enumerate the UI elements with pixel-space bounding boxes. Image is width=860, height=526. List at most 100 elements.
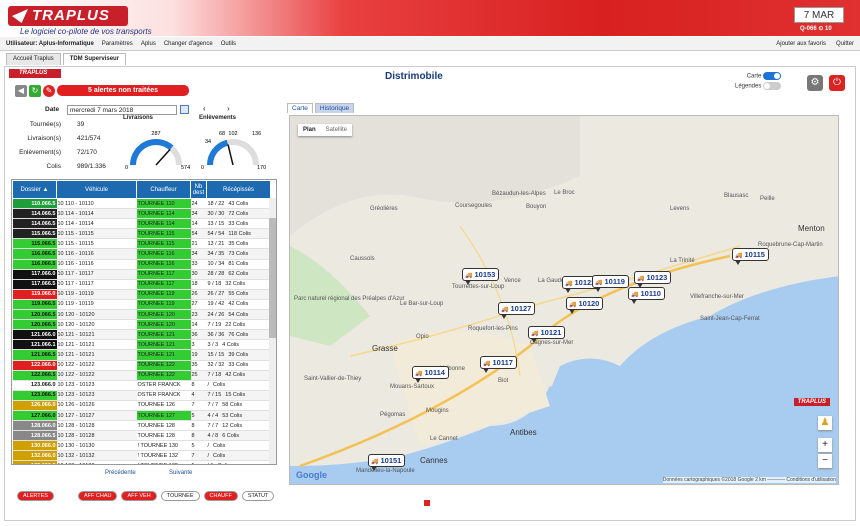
legend-alertes[interactable]: ALERTES [17, 491, 54, 501]
truck-icon: 🚚 [565, 281, 573, 287]
zoom-out-button[interactable]: − [818, 454, 832, 468]
grid-scrollbar[interactable] [269, 198, 276, 464]
tab-carte[interactable]: Carte [287, 103, 313, 113]
date-input[interactable]: mercredi 7 mars 2018 [67, 105, 177, 115]
table-row[interactable]: 132.066.510 132 - 10132! TOURNEE 1325/ 1… [12, 460, 271, 464]
recepisses-count: 24 / 26 [207, 311, 225, 318]
gauge2-min: 0 [201, 165, 204, 171]
toggle-carte[interactable] [763, 72, 782, 80]
table-row[interactable]: 126.066.0 10 126 - 10126 TOURNEE 126 7 7 / 7… [12, 400, 271, 411]
truck-icon: 🚚 [415, 371, 423, 377]
tab-accueil[interactable]: Accueil Traplus [6, 53, 61, 65]
table-row[interactable]: 132.066.0 10 132 - 10132! TOURNEE 132 7/Co… [12, 450, 271, 462]
vehicle-marker[interactable]: 🚚 10120 [566, 297, 604, 314]
cell-recepisses: 9 / 18 32 Colis [206, 279, 271, 290]
map-type-plan[interactable]: Plan [298, 124, 321, 136]
table-row[interactable]: 123.066.0 10 123 - 10123 OSTER FRANCK 8/Col… [12, 380, 271, 391]
map-place-label: Parc naturel régional des Préalpes d'Azu… [294, 296, 405, 302]
pegman-icon[interactable]: ♟ [818, 416, 832, 430]
cell-chauffeur: ! TOURNEE 132 [136, 450, 191, 462]
table-row[interactable]: 115.066.5 10 115 - 10115 TOURNEE 115 54 54 /… [12, 228, 271, 240]
vehicle-marker[interactable]: 🚚 10121 [528, 326, 566, 343]
back-button[interactable]: ◀ [15, 85, 27, 97]
vehicle-marker[interactable]: 🚚 10110 [628, 287, 665, 304]
map-view[interactable]: Plan Satellite ♟ + − TRAPLUS Google Donn… [289, 115, 839, 485]
zoom-in-button[interactable]: + [818, 438, 832, 452]
prev-day-icon[interactable]: ‹ [203, 104, 206, 113]
gear-icon[interactable]: ⚙ [807, 75, 823, 91]
table-row[interactable]: 120.066.5 10 120 - 10120 TOURNEE 120 14 7 / … [12, 319, 271, 331]
table-row[interactable]: 120.066.5 10 120 - 10120 TOURNEE 120 23 24 /… [12, 309, 271, 321]
cell-recepisses: 7 / 7 12 Colis [206, 420, 271, 432]
quit-link[interactable]: Quitter [836, 41, 854, 47]
recepisses-count: / 1 [208, 463, 214, 464]
table-row[interactable]: 130.066.0 10 130 - 10130! TOURNEE 130 5/Co… [12, 440, 271, 452]
col-nb-dest[interactable]: Nb dest [190, 180, 207, 199]
vehicle-marker[interactable]: 🚚 10151 [368, 454, 406, 471]
toggle-legendes[interactable] [763, 82, 782, 90]
vehicle-marker[interactable]: 🚚 10115 [732, 248, 769, 265]
menu-changer-agence[interactable]: Changer d'agence [164, 41, 213, 47]
table-row[interactable]: 116.066.5 10 116 - 10116 TOURNEE 116 34 34 /… [12, 248, 271, 260]
map-place-label: Le Cannet [430, 436, 458, 442]
menu-parametres[interactable]: Paramètres [102, 41, 133, 47]
calendar-icon[interactable] [180, 105, 189, 114]
cell-dossier: 123.066.0 [12, 380, 57, 391]
power-icon[interactable]: ⏻ [829, 75, 845, 91]
cell-vehicule: 10 117 - 10117 [56, 269, 137, 280]
table-row[interactable]: 110.066.5 10 110 - 10110 TOURNEE 110 24 18 /… [12, 198, 271, 210]
tab-historique[interactable]: Historique [314, 103, 355, 113]
table-row[interactable]: 119.066.5 10 119 - 10119 TOURNEE 119 27 19 /… [12, 299, 271, 311]
cell-chauffeur: TOURNEE 116 [136, 248, 191, 260]
vehicle-marker[interactable]: 🚚 10127 [498, 302, 536, 319]
col-recepisses[interactable]: Récépissés [206, 180, 271, 199]
table-row[interactable]: 121.066.0 10 121 - 10121 TOURNEE 121 36 36 /… [12, 329, 271, 341]
menu-outils[interactable]: Outils [221, 41, 236, 47]
tools-button[interactable]: ✎ [43, 85, 55, 97]
vehicle-marker[interactable]: 🚚 10117 [480, 356, 517, 373]
vehicle-marker[interactable]: 🚚 10119 [592, 275, 629, 292]
vehicle-marker[interactable]: 🚚 10114 [412, 366, 449, 383]
table-row[interactable]: 121.066.5 10 121 - 10121 TOURNEE 121 19 15 /… [12, 349, 271, 361]
legend-aff-chau[interactable]: AFF CHAU [77, 491, 118, 501]
table-row[interactable]: 122.066.5 10 122 - 10122 TOURNEE 122 25 7 / … [12, 370, 271, 381]
next-page-link[interactable]: Suivante [169, 470, 192, 476]
col-vehicule[interactable]: Véhicule [56, 180, 137, 199]
table-row[interactable]: 123.066.5 10 123 - 10123 OSTER FRANCK 4 7 / … [12, 390, 271, 401]
table-row[interactable]: 115.066.5 10 115 - 10115 TOURNEE 115 21 13 /… [12, 238, 271, 250]
cell-vehicule: 10 130 - 10130 [56, 440, 137, 452]
vehicle-marker[interactable]: 🚚 10153 [462, 268, 500, 285]
col-chauffeur[interactable]: Chauffeur [136, 180, 191, 199]
legend-statut[interactable]: STATUT [241, 491, 275, 501]
table-row[interactable]: 114.066.5 10 114 - 10114 TOURNEE 114 14 13 /… [12, 218, 271, 230]
table-row[interactable]: 114.066.5 10 114 - 10114 TOURNEE 114 34 30 /… [12, 208, 271, 220]
add-favorites-link[interactable]: Ajouter aux favoris [776, 41, 826, 47]
map-type-satellite[interactable]: Satellite [321, 124, 352, 136]
table-row[interactable]: 121.066.1 10 121 - 10121 TOURNEE 121 3 3 / 3… [12, 339, 271, 351]
vehicle-marker[interactable]: 🚚 10123 [634, 271, 672, 288]
tab-tdm-superviseur[interactable]: TDM Superviseur [62, 53, 127, 65]
menu-aplus[interactable]: Aplus [141, 41, 156, 47]
legend-chauff[interactable]: CHAUFF [203, 491, 238, 501]
cell-nb-dest: 18 [190, 279, 207, 290]
col-dossier[interactable]: Dossier ▲ [12, 180, 57, 199]
alerts-banner[interactable]: 5 alertes non traitées [57, 85, 189, 96]
table-row[interactable]: 127.066.0 10 127 - 10127 TOURNEE 127 5 4 / 4… [12, 410, 271, 422]
cell-recepisses: / Colis [206, 450, 271, 462]
table-row[interactable]: 116.066.5 10 116 - 10116 TOURNEE 116 33 10 /… [12, 259, 271, 270]
table-row[interactable]: 128.066.5 10 128 - 10128 TOURNEE 128 8 4 / 8… [12, 430, 271, 442]
footer-mark [424, 500, 430, 506]
refresh-button[interactable]: ↻ [29, 85, 41, 97]
table-row[interactable]: 117.066.0 10 117 - 10117 TOURNEE 117 30 28 /… [12, 269, 271, 280]
table-row[interactable]: 117.066.5 10 117 - 10117 TOURNEE 117 18 9 / … [12, 279, 271, 290]
table-row[interactable]: 122.066.0 10 122 - 10122 TOURNEE 122 35 32 /… [12, 360, 271, 371]
next-day-icon[interactable]: › [227, 104, 230, 113]
prev-page-link[interactable]: Précédente [105, 470, 136, 476]
legend-buttons: ALERTES AFF CHAU AFF VEH TOURNEE CHAUFF STATU… [17, 491, 275, 501]
colis-count: 15 Colis [225, 392, 246, 399]
legend-aff-veh[interactable]: AFF VEH [121, 491, 157, 501]
table-row[interactable]: 128.066.0 10 128 - 10128 TOURNEE 128 8 7 / 7… [12, 420, 271, 432]
recepisses-count: 30 / 30 [207, 210, 225, 217]
table-row[interactable]: 119.066.0 10 119 - 10119 TOURNEE 119 26 26 /… [12, 289, 271, 300]
legend-tournee[interactable]: TOURNEE [160, 491, 200, 501]
